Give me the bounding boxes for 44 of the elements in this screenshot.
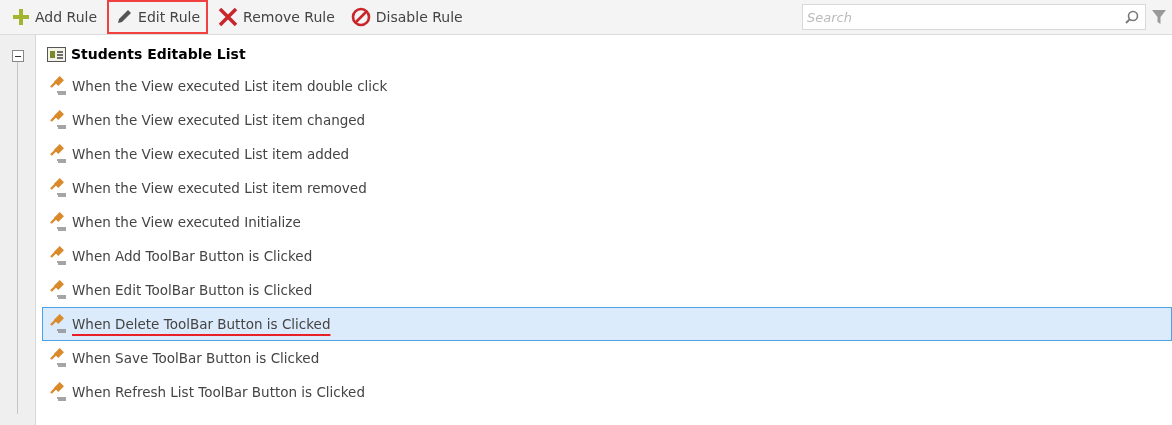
- gavel-icon: [48, 178, 68, 198]
- rule-item[interactable]: When the View executed List item double click: [42, 69, 1172, 103]
- rule-label: When the View executed List item double click: [72, 76, 388, 96]
- gavel-icon: [48, 280, 68, 300]
- gavel-icon: [48, 110, 68, 130]
- search-field[interactable]: Search: [802, 4, 1146, 30]
- rule-label: When Add ToolBar Button is Clicked: [72, 246, 313, 266]
- rule-item[interactable]: When the View executed List item removed: [42, 171, 1172, 205]
- rule-item[interactable]: When Add ToolBar Button is Clicked: [42, 239, 1172, 273]
- gavel-icon: [48, 348, 68, 368]
- plus-icon: [12, 8, 30, 26]
- toolbar-button[interactable]: Edit Rule: [107, 0, 209, 34]
- search-icon[interactable]: [1124, 9, 1140, 25]
- rule-item[interactable]: When the View executed List item added: [42, 137, 1172, 171]
- rule-item[interactable]: When Delete ToolBar Button is Clicked: [42, 307, 1172, 341]
- rule-item[interactable]: When the View executed List item changed: [42, 103, 1172, 137]
- close-icon: [218, 7, 239, 27]
- pencil-icon: [115, 8, 134, 26]
- rule-item[interactable]: When Refresh List ToolBar Button is Clicked: [42, 375, 1172, 409]
- collapse-toggle[interactable]: [11, 50, 24, 62]
- gavel-icon: [48, 212, 68, 232]
- rule-label: When Save ToolBar Button is Clicked: [72, 348, 320, 368]
- gavel-icon: [48, 144, 68, 164]
- gavel-icon: [48, 382, 68, 402]
- no-entry-icon: [350, 7, 371, 27]
- rule-item[interactable]: When Edit ToolBar Button is Clicked: [42, 273, 1172, 307]
- rule-label: When the View executed List item removed: [72, 178, 367, 198]
- rule-label: When Refresh List ToolBar Button is Clicked: [72, 382, 365, 402]
- filter-icon[interactable]: [1152, 9, 1166, 25]
- rule-label: When the View executed List item changed: [72, 110, 366, 130]
- rule-item[interactable]: When Save ToolBar Button is Clicked: [42, 341, 1172, 375]
- rule-label: When the View executed Initialize: [72, 212, 301, 232]
- toolbar-button[interactable]: Disable Rule: [344, 0, 469, 34]
- rule-label: When Edit ToolBar Button is Clicked: [72, 280, 313, 300]
- list-title: Students Editable List: [71, 44, 246, 64]
- gavel-icon: [48, 246, 68, 266]
- toolbar-button[interactable]: Add Rule: [6, 0, 104, 34]
- gavel-icon: [48, 76, 68, 96]
- toolbar-button[interactable]: Remove Rule: [212, 0, 341, 34]
- list-icon: [47, 46, 66, 62]
- rule-label: When Delete ToolBar Button is Clicked: [72, 314, 331, 334]
- gavel-icon: [48, 314, 68, 334]
- rule-label: When the View executed List item added: [72, 144, 350, 164]
- rule-item[interactable]: When the View executed Initialize: [42, 205, 1172, 239]
